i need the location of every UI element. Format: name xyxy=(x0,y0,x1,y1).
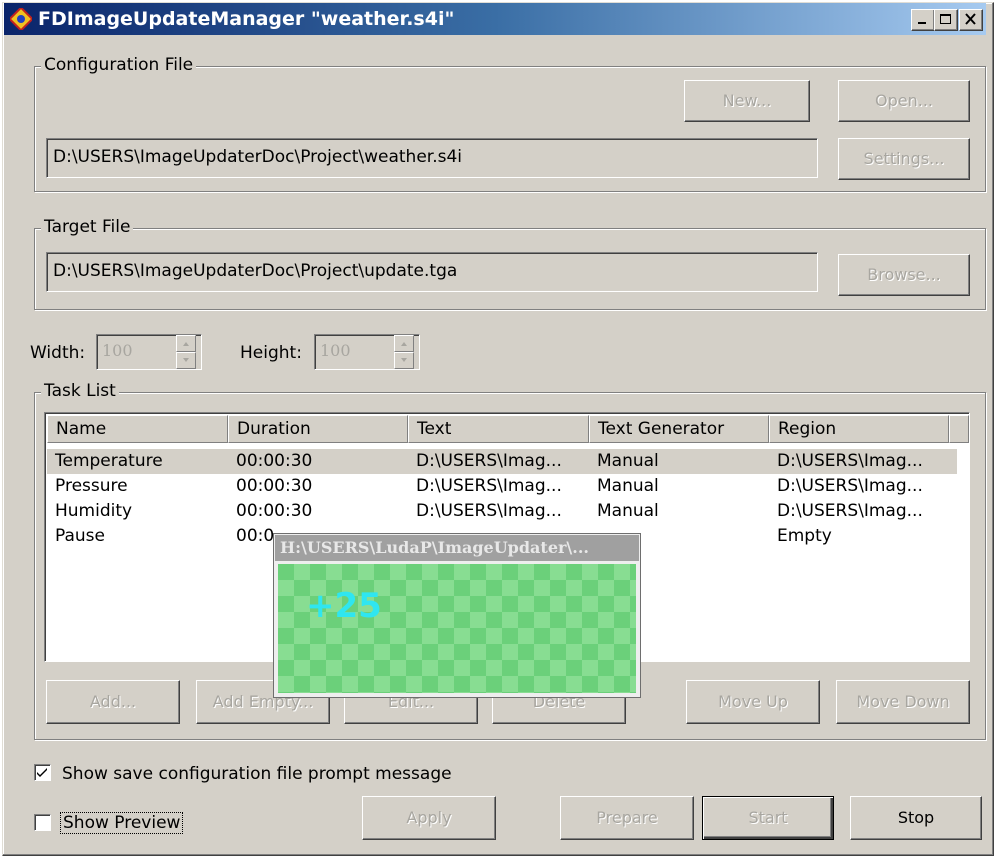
window-title: FDImageUpdateManager "weather.s4i" xyxy=(38,8,455,30)
stop-button[interactable]: Stop xyxy=(850,796,982,840)
configuration-path-field[interactable]: D:\USERS\ImageUpdaterDoc\Project\weather… xyxy=(46,138,818,178)
app-icon xyxy=(10,8,32,30)
task-list-header: Name Duration Text Text Generator Region xyxy=(47,415,969,443)
table-row[interactable]: Pressure 00:00:30 D:\USERS\Imag... Manua… xyxy=(47,474,957,499)
target-group-label: Target File xyxy=(41,217,134,237)
column-text-generator[interactable]: Text Generator xyxy=(589,415,769,443)
column-filler xyxy=(949,415,969,443)
height-stepper[interactable] xyxy=(394,335,414,371)
cell-generator: Manual xyxy=(597,476,659,496)
column-name[interactable]: Name xyxy=(47,415,228,443)
close-icon xyxy=(965,13,976,25)
settings-button[interactable]: Settings... xyxy=(838,138,970,180)
width-value: 100 xyxy=(102,341,133,360)
minimize-icon xyxy=(918,22,926,24)
height-value: 100 xyxy=(320,341,351,360)
apply-button[interactable]: Apply xyxy=(362,796,496,840)
arrow-up-icon xyxy=(183,342,189,346)
new-button[interactable]: New... xyxy=(684,80,810,122)
arrow-up-icon xyxy=(401,342,407,346)
preview-window[interactable]: H:\USERS\LudaP\ImageUpdater\... +25 xyxy=(273,533,641,698)
maximize-button[interactable] xyxy=(934,9,958,31)
cell-duration: 00:00:30 xyxy=(236,451,313,471)
column-text[interactable]: Text xyxy=(408,415,589,443)
width-stepper[interactable] xyxy=(176,335,196,371)
move-down-button[interactable]: Move Down xyxy=(836,680,970,724)
cell-duration: 00:00:30 xyxy=(236,501,313,521)
target-path-field[interactable]: D:\USERS\ImageUpdaterDoc\Project\update.… xyxy=(46,252,818,292)
close-button[interactable] xyxy=(959,9,983,31)
preview-canvas: +25 xyxy=(278,564,636,693)
open-button[interactable]: Open... xyxy=(838,80,970,122)
save-prompt-checkbox[interactable] xyxy=(34,764,51,781)
cell-duration: 00:0 xyxy=(236,526,275,546)
cell-duration: 00:00:30 xyxy=(236,476,313,496)
show-preview-label[interactable]: Show Preview xyxy=(60,812,184,834)
cell-region: D:\USERS\Imag... xyxy=(777,501,923,521)
minimize-button[interactable] xyxy=(911,9,935,31)
add-button[interactable]: Add... xyxy=(46,680,180,724)
cell-region: D:\USERS\Imag... xyxy=(777,476,923,496)
cell-name: Temperature xyxy=(55,451,163,471)
preview-title[interactable]: H:\USERS\LudaP\ImageUpdater\... xyxy=(275,535,639,561)
show-preview-checkbox[interactable] xyxy=(34,814,51,831)
height-down-button[interactable] xyxy=(394,352,414,369)
table-row[interactable]: Humidity 00:00:30 D:\USERS\Imag... Manua… xyxy=(47,499,957,524)
cell-name: Pause xyxy=(55,526,105,546)
column-region[interactable]: Region xyxy=(769,415,949,443)
arrow-down-icon xyxy=(401,358,407,362)
table-row[interactable]: Temperature 00:00:30 D:\USERS\Imag... Ma… xyxy=(47,449,957,474)
cell-text: D:\USERS\Imag... xyxy=(416,451,562,471)
start-button[interactable]: Start xyxy=(702,796,834,840)
cell-name: Humidity xyxy=(55,501,133,521)
maximize-icon xyxy=(940,14,951,24)
cell-text: D:\USERS\Imag... xyxy=(416,476,562,496)
prepare-button[interactable]: Prepare xyxy=(560,796,694,840)
height-label: Height: xyxy=(240,343,302,363)
cell-text: D:\USERS\Imag... xyxy=(416,501,562,521)
cell-region: Empty xyxy=(777,526,832,546)
arrow-down-icon xyxy=(183,358,189,362)
cell-region: D:\USERS\Imag... xyxy=(777,451,923,471)
cell-name: Pressure xyxy=(55,476,128,496)
width-label: Width: xyxy=(30,343,86,363)
cell-generator: Manual xyxy=(597,451,659,471)
height-up-button[interactable] xyxy=(394,335,414,352)
browse-button[interactable]: Browse... xyxy=(838,254,970,296)
move-up-button[interactable]: Move Up xyxy=(686,680,820,724)
cell-generator: Manual xyxy=(597,501,659,521)
checkmark-icon xyxy=(37,768,47,777)
width-up-button[interactable] xyxy=(176,335,196,352)
column-duration[interactable]: Duration xyxy=(228,415,408,443)
preview-value: +25 xyxy=(306,586,382,626)
title-bar[interactable]: FDImageUpdateManager "weather.s4i" xyxy=(4,3,986,35)
width-down-button[interactable] xyxy=(176,352,196,369)
save-prompt-label[interactable]: Show save configuration file prompt mess… xyxy=(62,764,452,784)
task-list-group-label: Task List xyxy=(41,381,119,401)
configuration-group-label: Configuration File xyxy=(41,55,197,75)
